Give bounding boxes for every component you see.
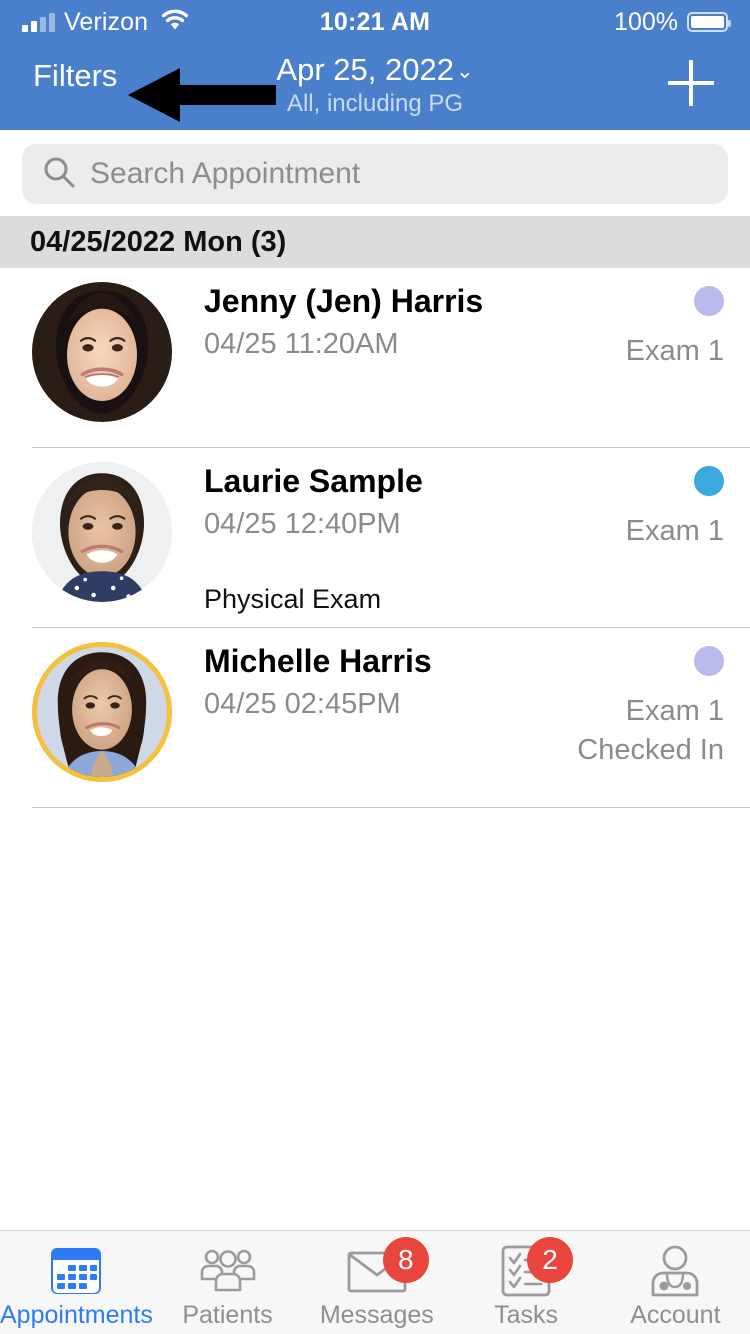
- search-icon: [42, 155, 76, 194]
- envelope-icon: 8: [347, 1237, 429, 1299]
- tab-patients[interactable]: Patients: [153, 1231, 302, 1334]
- room-label: Exam 1: [625, 695, 724, 727]
- appointment-details: Michelle Harris 04/25 02:45PM Exam 1 Che…: [172, 642, 724, 808]
- tab-bar: Appointments Patients 8 Messages 2 Tasks…: [0, 1230, 750, 1334]
- task-badge: 2: [527, 1237, 574, 1283]
- add-appointment-button[interactable]: [668, 60, 714, 106]
- tab-tasks[interactable]: 2 Tasks: [451, 1231, 600, 1334]
- calendar-icon: [49, 1243, 103, 1299]
- date-picker-button[interactable]: Apr 25, 2022 ⌄: [276, 52, 473, 88]
- status-dot: [694, 646, 724, 676]
- message-badge: 8: [382, 1237, 429, 1283]
- search-bar[interactable]: [22, 144, 728, 204]
- checkin-status-label: Checked In: [577, 734, 724, 766]
- avatar: [32, 462, 172, 602]
- tab-label: Messages: [319, 1301, 434, 1329]
- row-divider: [32, 807, 750, 808]
- patient-name: Laurie Sample: [204, 463, 423, 499]
- checklist-icon: 2: [501, 1237, 574, 1299]
- status-dot: [694, 466, 724, 496]
- date-section-label: 04/25/2022 Mon (3): [30, 225, 287, 258]
- tab-label: Account: [630, 1301, 721, 1329]
- patient-name: Jenny (Jen) Harris: [204, 283, 484, 319]
- search-input[interactable]: [90, 157, 708, 191]
- appointment-details: Jenny (Jen) Harris 04/25 11:20AM Exam 1: [172, 282, 724, 448]
- navigation-bar: Filters Apr 25, 2022 ⌄ All, including PG: [0, 44, 750, 130]
- header: Verizon 10:21 AM 100% Filters Apr 25, 20…: [0, 0, 750, 130]
- avatar: [32, 642, 172, 782]
- nav-title-group: Apr 25, 2022 ⌄ All, including PG: [0, 52, 750, 118]
- date-label: Apr 25, 2022: [276, 52, 454, 87]
- battery-percent-label: 100%: [614, 7, 678, 36]
- tab-label: Tasks: [494, 1301, 559, 1329]
- tab-messages[interactable]: 8 Messages: [302, 1231, 451, 1334]
- avatar: [32, 282, 172, 422]
- patient-name: Michelle Harris: [204, 643, 432, 679]
- date-section-header: 04/25/2022 Mon (3): [0, 216, 750, 268]
- app-screen: Verizon 10:21 AM 100% Filters Apr 25, 20…: [0, 0, 750, 1334]
- search-section: [0, 130, 750, 216]
- doctor-icon: [647, 1243, 703, 1299]
- tab-appointments[interactable]: Appointments: [0, 1231, 153, 1334]
- tab-label: Patients: [182, 1301, 273, 1329]
- appointment-list: Jenny (Jen) Harris 04/25 11:20AM Exam 1: [0, 268, 750, 1230]
- appointment-details: Laurie Sample 04/25 12:40PM Exam 1 Physi…: [172, 462, 724, 628]
- appointment-time: 04/25 11:20AM: [204, 328, 399, 361]
- status-dot: [694, 286, 724, 316]
- room-label: Exam 1: [625, 335, 724, 367]
- status-bar: Verizon 10:21 AM 100%: [0, 0, 750, 44]
- appointment-time: 04/25 02:45PM: [204, 688, 401, 721]
- chevron-down-icon: ⌄: [455, 60, 474, 83]
- status-bar-right: 100%: [614, 7, 731, 37]
- table-row[interactable]: Jenny (Jen) Harris 04/25 11:20AM Exam 1: [0, 268, 750, 448]
- appointment-note: Physical Exam: [204, 584, 382, 614]
- appointment-time: 04/25 12:40PM: [204, 508, 401, 541]
- room-label: Exam 1: [625, 515, 724, 547]
- tab-label: Appointments: [0, 1301, 153, 1329]
- tab-account[interactable]: Account: [601, 1231, 750, 1334]
- left-arrow-annotation: [128, 68, 276, 122]
- battery-full-icon: [687, 12, 731, 32]
- table-row[interactable]: Michelle Harris 04/25 02:45PM Exam 1 Che…: [0, 628, 750, 808]
- filter-subtitle: All, including PG: [286, 90, 464, 117]
- table-row[interactable]: Laurie Sample 04/25 12:40PM Exam 1 Physi…: [0, 448, 750, 628]
- people-group-icon: [198, 1243, 258, 1299]
